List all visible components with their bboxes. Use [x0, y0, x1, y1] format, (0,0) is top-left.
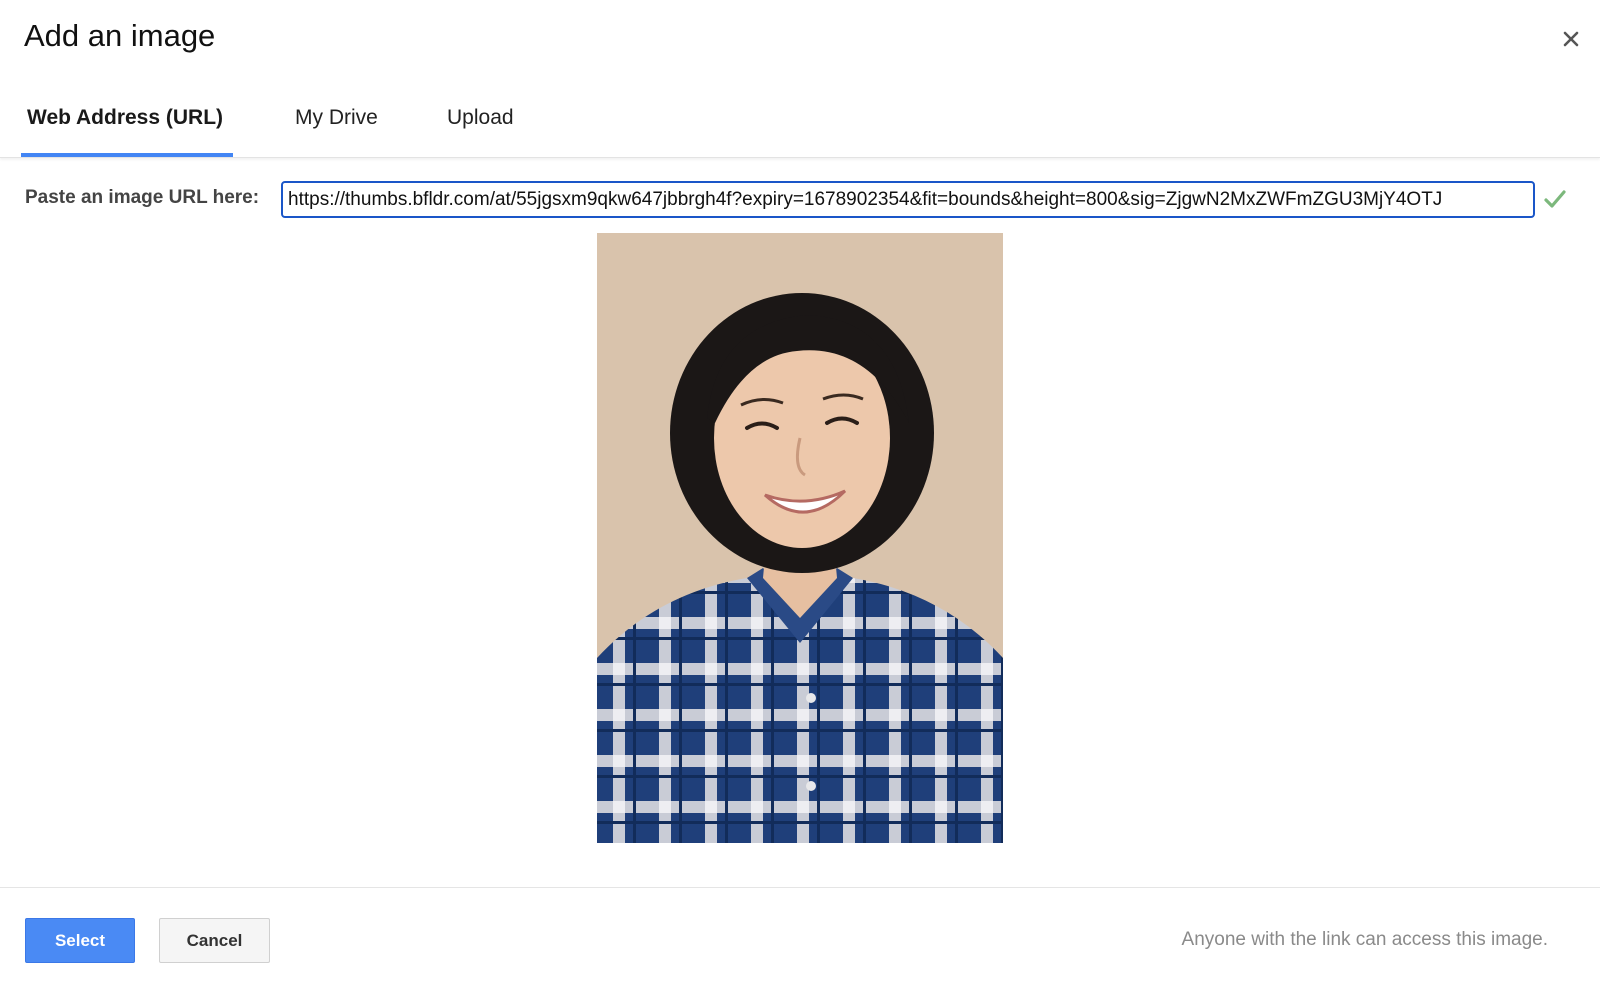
image-preview: [597, 233, 1003, 843]
close-button[interactable]: [1560, 28, 1582, 50]
close-icon: [1560, 28, 1582, 50]
dialog-title: Add an image: [24, 18, 216, 53]
active-tab-indicator: [21, 153, 233, 157]
access-note: Anyone with the link can access this ima…: [1181, 929, 1548, 950]
footer-divider: [0, 887, 1600, 888]
tab-my-drive[interactable]: My Drive: [295, 80, 378, 157]
url-label: Paste an image URL here:: [25, 187, 260, 208]
image-url-input[interactable]: [281, 181, 1535, 218]
add-image-dialog: Add an image Web Address (URL) My Drive …: [0, 0, 1600, 987]
tab-web-address[interactable]: Web Address (URL): [27, 80, 223, 157]
tab-upload[interactable]: Upload: [447, 80, 514, 157]
tab-bar: Web Address (URL) My Drive Upload: [0, 80, 1600, 158]
cancel-button[interactable]: Cancel: [159, 918, 270, 963]
check-icon: [1543, 187, 1567, 211]
select-button[interactable]: Select: [25, 918, 135, 963]
